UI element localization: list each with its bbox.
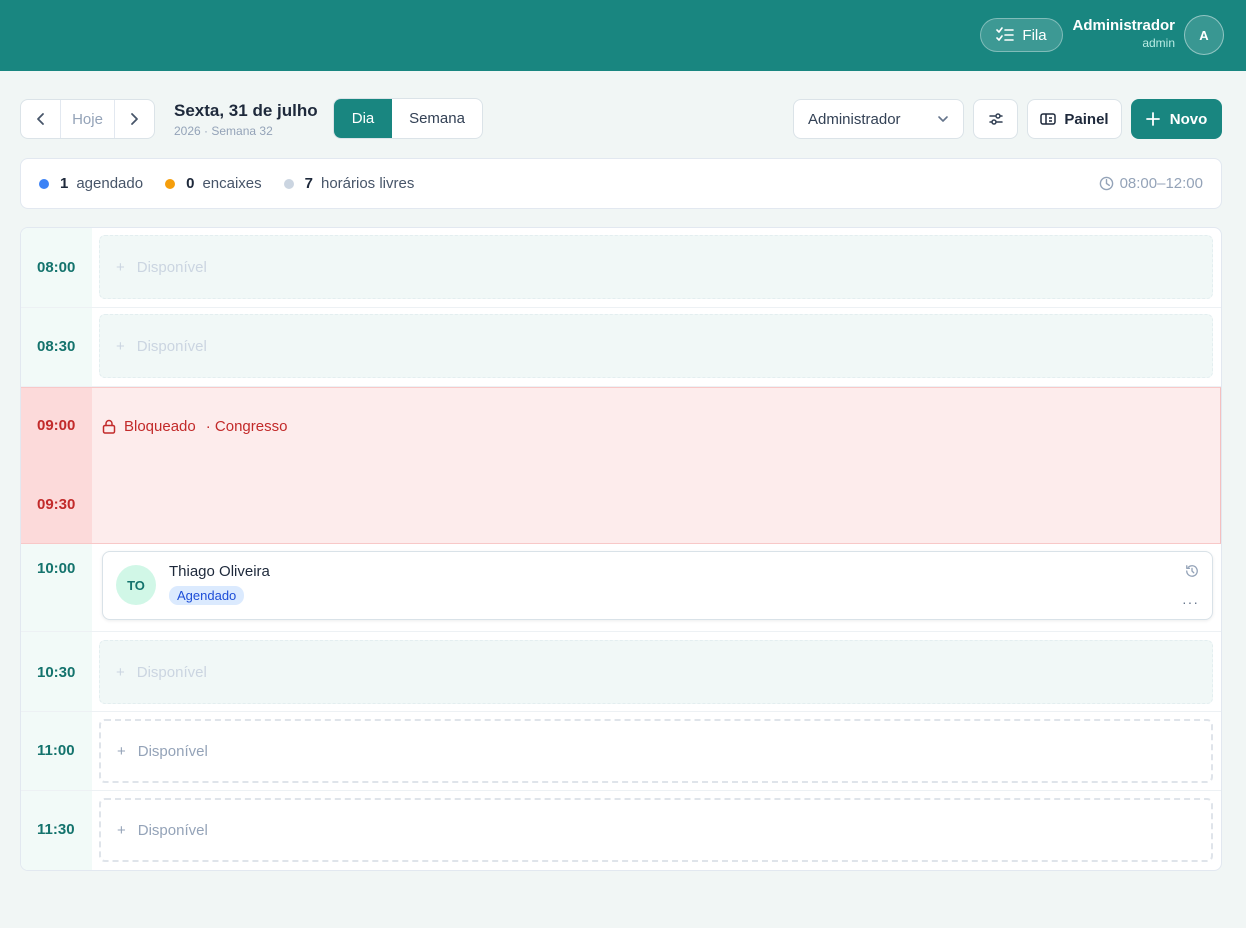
available-label: Disponível [137, 742, 208, 760]
appointment-card[interactable]: TO Thiago Oliveira Agendado ··· [102, 551, 1213, 620]
available-slot[interactable]: + Disponível [99, 235, 1213, 299]
previous-day-button[interactable] [21, 100, 62, 138]
time-slot: 08:00 + Disponível [21, 228, 1221, 308]
day-summary: 1 agendado 0 encaixes 7 horários livres … [20, 158, 1222, 209]
free-label: horários livres [320, 175, 415, 192]
status-dot-gray [283, 178, 294, 189]
walkins-count: 0 [186, 175, 195, 192]
plus-icon: + [117, 742, 126, 760]
queue-label: Fila [1022, 26, 1047, 44]
available-label: Disponível [136, 663, 207, 681]
slot-time: 08:30 [37, 338, 76, 355]
patient-name: Thiago Oliveira [169, 563, 270, 580]
blocked-reason: · Congresso [205, 418, 288, 435]
stat-scheduled: 1 agendado [39, 175, 143, 192]
new-label: Novo [1169, 110, 1208, 128]
date-title: Sexta, 31 de julho [174, 101, 318, 120]
chevron-down-icon [938, 116, 948, 122]
time-column: 10:00 [21, 544, 92, 631]
available-label: Disponível [137, 821, 208, 839]
available-label: Disponível [136, 337, 207, 355]
lock-icon [102, 419, 116, 434]
time-column: 11:00 [21, 712, 92, 790]
user-role: admin [1142, 36, 1175, 50]
status-badge: Agendado [169, 586, 245, 605]
scheduled-label: agendado [76, 175, 144, 192]
time-slot: 10:00 TO Thiago Oliveira Agendado ··· [21, 544, 1221, 632]
hours-range-text: 08:00–12:00 [1119, 175, 1203, 192]
time-column: 09:00 09:30 [21, 388, 92, 543]
available-slot[interactable]: + Disponível [99, 719, 1213, 783]
view-day-button[interactable]: Dia [334, 99, 392, 138]
patient-avatar: TO [116, 565, 156, 605]
slot-time: 11:00 [37, 742, 75, 759]
filter-button[interactable] [973, 99, 1018, 139]
walkins-label: encaixes [202, 175, 262, 192]
scheduled-count: 1 [60, 175, 69, 192]
history-icon[interactable] [1185, 564, 1199, 578]
date-subtitle: 2026 · Semana 32 [174, 124, 273, 138]
professional-select-value: Administrador [808, 110, 901, 128]
slot-time: 11:30 [37, 821, 75, 838]
time-slot: 11:30 + Disponível [21, 791, 1221, 870]
stat-walkins: 0 encaixes [165, 175, 262, 192]
plus-icon [1145, 112, 1160, 126]
hours-range: 08:00–12:00 [1099, 175, 1203, 192]
available-slot[interactable]: + Disponível [99, 798, 1213, 862]
status-dot-orange [165, 178, 176, 189]
blocked-label: Bloqueado · Congresso [102, 418, 287, 435]
available-slot[interactable]: + Disponível [99, 640, 1213, 704]
view-toggle: Dia Semana [333, 98, 483, 139]
blocked-period[interactable]: 09:00 09:30 Bloqueado · Congresso [21, 387, 1221, 544]
free-count: 7 [304, 175, 313, 192]
time-slot: 10:30 + Disponível [21, 632, 1221, 712]
slot-time: 08:00 [37, 259, 76, 276]
today-button[interactable]: Hoje [61, 100, 115, 138]
plus-icon: + [117, 821, 126, 839]
time-column: 08:30 [21, 308, 92, 386]
plus-icon: + [116, 663, 125, 681]
sliders-icon [988, 113, 1003, 125]
panel-button[interactable]: Painel [1027, 99, 1122, 139]
slot-time: 10:00 [37, 560, 76, 577]
view-week-button[interactable]: Semana [392, 99, 482, 138]
user-avatar[interactable]: A [1184, 15, 1224, 55]
slot-time: 09:30 [37, 496, 76, 513]
available-label: Disponível [136, 258, 207, 276]
slot-time: 10:30 [37, 664, 76, 681]
chevron-right-icon [131, 113, 139, 125]
top-bar: Fila Administrador admin A [0, 0, 1246, 71]
next-day-button[interactable] [115, 100, 154, 138]
day-schedule: 08:00 + Disponível 08:30 + Disponível 09… [20, 227, 1222, 871]
panel-icon [1040, 113, 1057, 125]
user-name: Administrador [1072, 17, 1175, 34]
time-column: 11:30 [21, 791, 92, 870]
clock-icon [1099, 176, 1113, 191]
status-dot-blue [39, 178, 49, 189]
time-column: 10:30 [21, 632, 92, 711]
plus-icon: + [116, 337, 125, 355]
date-navigation: Hoje [20, 99, 155, 139]
checklist-icon [996, 27, 1015, 41]
professional-select[interactable]: Administrador [793, 99, 964, 139]
stat-free: 7 horários livres [283, 175, 415, 192]
queue-button[interactable]: Fila [980, 18, 1063, 52]
time-column: 08:00 [21, 228, 92, 307]
blocked-text: Bloqueado [124, 418, 196, 435]
available-slot[interactable]: + Disponível [99, 314, 1213, 378]
time-slot: 11:00 + Disponível [21, 712, 1221, 791]
chevron-left-icon [36, 113, 44, 125]
time-slot: 08:30 + Disponível [21, 308, 1221, 387]
user-info[interactable]: Administrador admin [1072, 17, 1175, 51]
panel-label: Painel [1064, 110, 1109, 128]
plus-icon: + [116, 258, 125, 276]
new-appointment-button[interactable]: Novo [1131, 99, 1222, 139]
more-options-button[interactable]: ··· [1182, 594, 1199, 610]
slot-time: 09:00 [37, 417, 76, 434]
